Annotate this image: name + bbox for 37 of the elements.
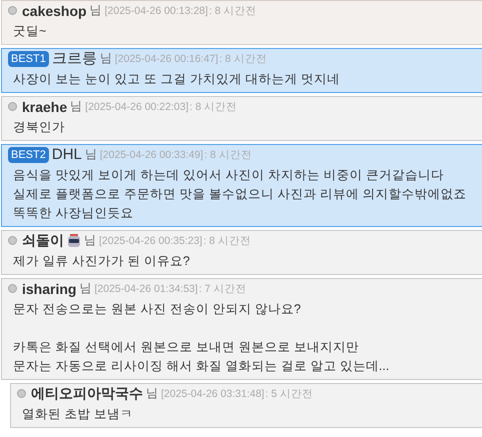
author-name[interactable]: isharing xyxy=(22,280,76,296)
elapsed-time: : 7 시간전 xyxy=(198,282,246,296)
comment-date: [2025-04-26 00:33:49] xyxy=(100,148,204,160)
elapsed-time: : 5 시간전 xyxy=(265,386,313,400)
elapsed-time: : 8 시간전 xyxy=(219,52,267,66)
elapsed-time: : 8 시간전 xyxy=(204,148,252,162)
comment-text: 음식을 맛있게 보이게 하는데 있어서 사진이 차지하는 비중이 큰거같습니다 실제로 플랫폼으로 주문하면 맛을 볼수없으니 사진과 리뷰에 의지할수밖에없죠 똑똑한 사장님인듯요 xyxy=(12,167,468,222)
comment-date: [2025-04-26 00:35:23] xyxy=(99,234,202,246)
comment-date: [2025-04-26 00:16:47] xyxy=(114,52,218,64)
comment-text: 제가 일류 사진가가 된 이유요? xyxy=(12,253,191,270)
honorific-label: 님 xyxy=(70,98,82,115)
comment-date: [2025-04-26 01:34:53] xyxy=(94,282,198,294)
comment-date: [2025-04-26 03:31:48] xyxy=(161,388,264,400)
elapsed-time: : 8 시간전 xyxy=(190,100,238,114)
elapsed-time: : 8 시간전 xyxy=(208,4,257,18)
author-name[interactable]: kraehe xyxy=(22,98,68,114)
author-name[interactable]: 에티오피아막국수 xyxy=(31,384,143,402)
author-name[interactable]: cakeshop xyxy=(22,2,87,18)
comment-text: 경북인가 xyxy=(12,119,66,136)
honorific-label: 님 xyxy=(84,146,97,163)
honorific-label: 님 xyxy=(84,232,96,249)
author-name[interactable]: DHL xyxy=(52,146,82,163)
honorific-label: 님 xyxy=(79,280,92,297)
comment-text: 사장이 보는 눈이 있고 또 그걸 가치있게 대하는게 멋지네 xyxy=(12,71,341,88)
author-name[interactable]: 쇠돌이 xyxy=(22,232,64,250)
honorific-label: 님 xyxy=(90,2,102,19)
best-badge: BEST2 xyxy=(8,146,49,162)
elapsed-time: : 8 시간전 xyxy=(203,234,251,248)
honorific-label: 님 xyxy=(146,385,158,402)
comment-date: [2025-04-26 00:22:03] xyxy=(85,100,188,112)
comment-text: 문자 전송으로는 원본 사진 전송이 안되지 않나요? 카톡은 화질 선택에서 원본으로 보내면 원본으로 보내지지만 문자는 자동으로 리사이징 해서 화질 열화되는 걸로 알고 있는데... xyxy=(12,301,390,375)
comment-date: [2025-04-26 00:13:28] xyxy=(104,4,208,16)
best-badge: BEST1 xyxy=(8,50,49,66)
honorific-label: 님 xyxy=(100,50,112,67)
author-name[interactable]: 크르릉 xyxy=(52,49,97,68)
comment-text: 열화된 초밥 보냄ㅋ xyxy=(21,406,134,423)
comment-text: 굿딜~ xyxy=(12,23,48,40)
